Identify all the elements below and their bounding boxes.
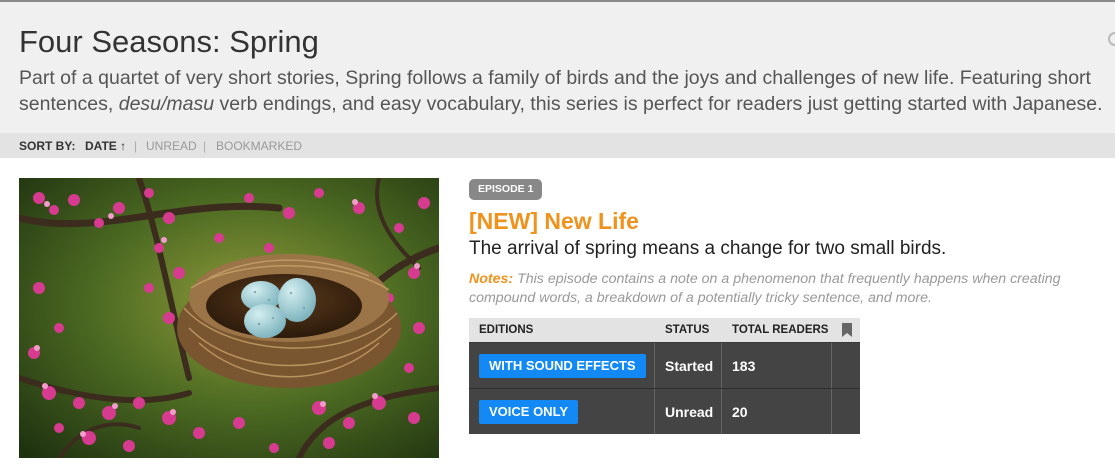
episode-badge: EPISODE 1	[469, 179, 543, 200]
bird-nest-illustration	[19, 178, 439, 458]
scroll-indicator-icon	[1108, 32, 1115, 46]
status-value: Unread	[665, 404, 714, 420]
editions-table: EDITIONS STATUS TOTAL READERS WITH SOUND…	[469, 318, 860, 434]
readers-count: 183	[732, 358, 756, 374]
episode-notes: Notes: This episode contains a note on a…	[469, 270, 1115, 308]
cell-divider	[721, 343, 722, 388]
edition-voice-only-button[interactable]: VOICE ONLY	[479, 400, 578, 424]
sort-bar: SORT BY: DATE ↑ | UNREAD | BOOKMARKED	[0, 133, 1115, 158]
sort-option-date[interactable]: DATE ↑	[85, 139, 126, 153]
bookmark-toggle[interactable]	[832, 389, 860, 434]
series-description: Part of a quartet of very short stories,…	[19, 65, 1115, 117]
sort-option-unread[interactable]: UNREAD	[146, 139, 197, 153]
table-row: WITH SOUND EFFECTS Started 183	[469, 342, 860, 388]
status-value: Started	[665, 358, 714, 374]
description-emphasis: desu/masu	[118, 93, 215, 115]
notes-label: Notes:	[469, 271, 514, 287]
edition-sound-effects-button[interactable]: WITH SOUND EFFECTS	[479, 354, 646, 378]
series-header: Four Seasons: Spring Part of a quartet o…	[0, 2, 1115, 133]
column-header-editions: EDITIONS	[479, 324, 534, 336]
page-title: Four Seasons: Spring	[19, 24, 319, 59]
sort-label: SORT BY:	[19, 139, 76, 153]
episode-thumbnail[interactable]	[19, 178, 439, 458]
description-text-2: verb endings, and easy vocabulary, this …	[214, 93, 1103, 115]
episode-subtitle: The arrival of spring means a change for…	[469, 238, 947, 259]
editions-table-header: EDITIONS STATUS TOTAL READERS	[469, 318, 860, 342]
bookmark-toggle[interactable]	[832, 343, 860, 388]
sort-separator: |	[134, 139, 138, 153]
episode-title-link[interactable]: [NEW] New Life	[469, 208, 639, 235]
cell-divider	[721, 389, 722, 434]
column-header-readers: TOTAL READERS	[732, 324, 829, 336]
notes-text: This episode contains a note on a phenom…	[469, 271, 1061, 306]
bookmark-icon	[842, 323, 852, 337]
readers-count: 20	[732, 404, 748, 420]
table-row: VOICE ONLY Unread 20	[469, 388, 860, 434]
sort-separator: |	[203, 139, 207, 153]
column-header-status: STATUS	[665, 324, 710, 336]
cell-divider	[654, 389, 655, 434]
cell-divider	[654, 343, 655, 388]
sort-option-bookmarked[interactable]: BOOKMARKED	[216, 139, 302, 153]
